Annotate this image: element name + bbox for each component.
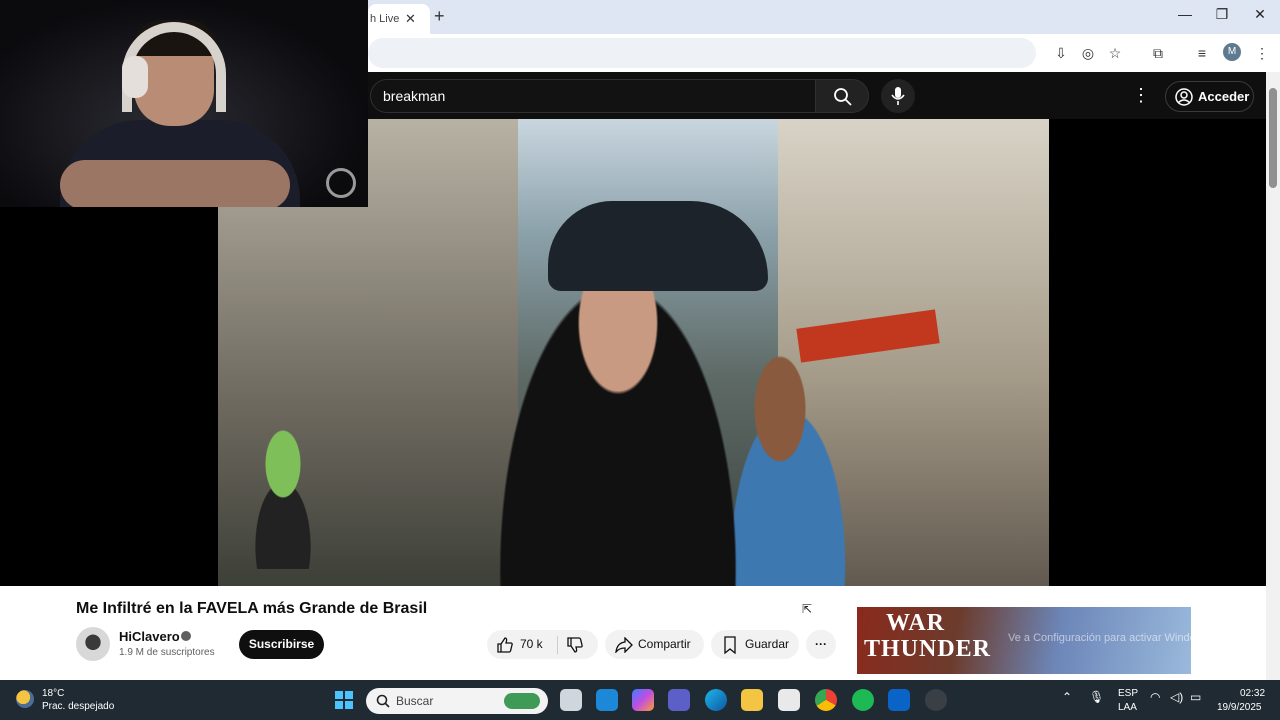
like-divider xyxy=(557,636,558,654)
clock-date[interactable]: 19/9/2025 xyxy=(1217,702,1262,713)
search-highlight-icon xyxy=(504,693,540,709)
microphone-tray-icon[interactable]: 🎙 xyxy=(1089,690,1104,704)
bookmark-icon xyxy=(724,636,736,654)
close-window-button[interactable]: ✕ xyxy=(1250,6,1270,23)
bookmark-star-icon[interactable]: ☆ xyxy=(1105,43,1125,63)
chrome-browser-icon[interactable] xyxy=(815,689,837,711)
start-windows-icon[interactable] xyxy=(334,690,354,710)
webcam-overlay xyxy=(0,0,368,207)
media-control-icon[interactable]: ≡ xyxy=(1192,43,1212,63)
new-tab-button[interactable]: + xyxy=(434,6,445,27)
dislike-button[interactable] xyxy=(566,636,584,659)
microsoft-store-icon[interactable] xyxy=(778,689,800,711)
webcam-person-arm xyxy=(60,160,290,207)
headphones-earcup xyxy=(122,56,148,98)
save-label: Guardar xyxy=(745,637,790,651)
subscriber-count: 1.9 M de suscriptores xyxy=(119,647,215,658)
signin-button[interactable]: Acceder xyxy=(1165,81,1254,112)
thumbs-up-icon xyxy=(497,637,513,653)
wifi-icon[interactable]: ◠ xyxy=(1150,690,1160,704)
like-count: 70 k xyxy=(520,637,543,651)
settings-menu-icon[interactable]: ⋮ xyxy=(1132,85,1150,106)
ad-line-1: WAR xyxy=(886,610,946,636)
verified-badge-icon xyxy=(181,631,191,641)
like-button[interactable] xyxy=(496,636,514,659)
scrollbar-thumb[interactable] xyxy=(1269,88,1277,188)
search-button[interactable] xyxy=(815,79,869,113)
video-frame-cap xyxy=(548,201,768,291)
channel-avatar[interactable] xyxy=(76,627,110,661)
teams-icon[interactable] xyxy=(668,689,690,711)
language-top[interactable]: ESP xyxy=(1118,688,1138,699)
task-view-icon[interactable] xyxy=(560,689,582,711)
video-frame-scooter-rider xyxy=(228,419,338,569)
thumbs-down-icon xyxy=(567,637,583,653)
streamer-logo-icon xyxy=(326,168,356,198)
activation-watermark: Ve a Configuración para activar Windows. xyxy=(1008,632,1213,644)
eye-off-icon[interactable]: ◎ xyxy=(1078,43,1098,63)
video-title: Me Infiltré en la FAVELA más Grande de B… xyxy=(76,600,428,617)
account-icon xyxy=(1175,88,1193,106)
weather-temperature[interactable]: 18°C xyxy=(42,688,64,699)
language-bottom[interactable]: LAA xyxy=(1118,702,1137,713)
ad-line-2: THUNDER xyxy=(864,636,992,662)
share-icon xyxy=(615,637,633,653)
signin-label: Acceder xyxy=(1198,89,1250,104)
share-label: Compartir xyxy=(638,637,691,651)
restore-button[interactable]: ❐ xyxy=(1212,6,1232,23)
microphone-icon xyxy=(891,87,905,105)
battery-icon[interactable]: ▭ xyxy=(1190,690,1201,704)
windows-logo-icon xyxy=(335,691,353,709)
weather-condition[interactable]: Prac. despejado xyxy=(42,701,114,712)
tab-label: h Live xyxy=(370,13,400,25)
profile-avatar[interactable]: M xyxy=(1223,43,1241,61)
file-explorer-icon[interactable] xyxy=(741,689,763,711)
search-icon xyxy=(376,694,390,708)
search-input[interactable]: breakman xyxy=(370,79,816,113)
voice-search-button[interactable] xyxy=(881,79,915,113)
browser-tab[interactable]: h Live ✕ xyxy=(368,4,430,34)
clock-time[interactable]: 02:32 xyxy=(1240,688,1265,699)
ad-logo-text: WAR THUNDER xyxy=(864,610,991,662)
weather-icon[interactable] xyxy=(16,690,34,708)
widgets-app-icon[interactable] xyxy=(596,689,618,711)
install-app-icon[interactable]: ⇩ xyxy=(1051,43,1071,63)
tray-expand-icon[interactable]: ⌃ xyxy=(1062,690,1072,704)
streaming-app-icon[interactable] xyxy=(925,689,947,711)
outlook-icon[interactable] xyxy=(888,689,910,711)
spotify-icon[interactable] xyxy=(852,689,874,711)
address-bar[interactable] xyxy=(368,38,1036,68)
taskbar-search-placeholder: Buscar xyxy=(396,694,434,708)
minimize-button[interactable]: — xyxy=(1175,6,1195,22)
search-icon xyxy=(834,88,852,106)
share-button[interactable]: Compartir xyxy=(605,630,704,659)
tab-close-icon[interactable]: ✕ xyxy=(405,11,416,27)
subscribe-button[interactable]: Suscribirse xyxy=(239,630,324,659)
extensions-icon[interactable]: ⧉ xyxy=(1148,43,1168,63)
mouse-cursor-icon: ⇱ xyxy=(802,602,813,616)
volume-icon[interactable]: ◁) xyxy=(1170,690,1183,704)
browser-menu-icon[interactable]: ⋮ xyxy=(1252,43,1272,63)
copilot-icon[interactable] xyxy=(632,689,654,711)
channel-name[interactable]: HiClavero xyxy=(119,629,180,644)
edge-browser-icon[interactable] xyxy=(705,689,727,711)
taskbar-search-input[interactable]: Buscar xyxy=(366,688,548,714)
save-button[interactable]: Guardar xyxy=(711,630,799,659)
more-actions-button[interactable]: ··· xyxy=(806,630,836,659)
